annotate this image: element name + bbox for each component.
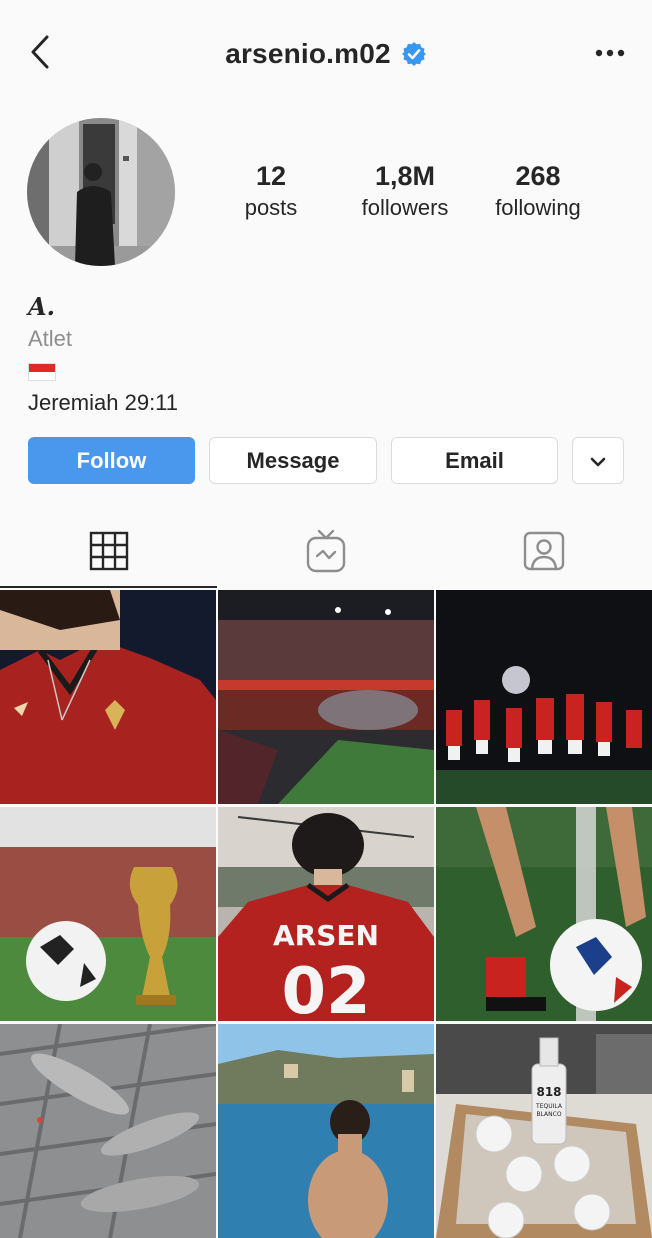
follow-button[interactable]: Follow — [28, 437, 195, 484]
profile-bio: 𝑨. Atlet Jeremiah 29:11 — [28, 292, 628, 418]
suggested-dropdown-button[interactable] — [572, 437, 624, 484]
profile-header: arsenio.m02 — [0, 0, 652, 108]
tab-tagged[interactable] — [435, 518, 652, 588]
jersey-name-text: ARSEN — [273, 919, 379, 952]
username: arsenio.m02 — [225, 38, 391, 69]
post-thumbnail[interactable] — [0, 590, 216, 804]
tagged-icon — [523, 531, 565, 576]
post-thumbnail[interactable] — [0, 807, 216, 1021]
category-label: Atlet — [28, 326, 73, 351]
more-horizontal-icon — [595, 44, 625, 62]
email-button[interactable]: Email — [391, 437, 558, 484]
bottle-label-blanco: BLANCO — [536, 1111, 561, 1118]
bottle-label-818: 818 — [536, 1085, 561, 1099]
igtv-icon — [306, 529, 346, 578]
username-title: arsenio.m02 — [0, 36, 652, 72]
post-thumbnail[interactable]: 818 TEQUILA BLANCO — [436, 1024, 652, 1238]
chevron-down-icon — [589, 448, 607, 474]
grid-icon — [89, 531, 129, 576]
profile-stats: 12 posts 1,8M followers 268 following — [205, 158, 625, 228]
followers-value: 1,8M — [374, 161, 436, 191]
posts-grid: ARSEN 02 818 TEQUILA BLANCO — [0, 590, 652, 1238]
post-thumbnail[interactable] — [436, 807, 652, 1021]
followers-count[interactable]: 1,8M followers — [335, 158, 475, 222]
post-thumbnail[interactable] — [436, 590, 652, 804]
active-tab-indicator — [0, 586, 217, 588]
indonesia-flag-icon — [28, 360, 628, 384]
tab-posts-grid[interactable] — [0, 518, 217, 588]
profile-avatar[interactable] — [27, 118, 175, 266]
posts-value: 12 — [255, 161, 287, 191]
display-name: 𝑨. — [28, 292, 55, 321]
following-value: 268 — [515, 161, 561, 191]
verified-badge-icon — [401, 41, 427, 67]
post-thumbnail[interactable] — [218, 1024, 434, 1238]
more-options-button[interactable] — [590, 38, 630, 68]
following-count[interactable]: 268 following — [468, 158, 608, 222]
jersey-number-text: 02 — [281, 955, 370, 1021]
post-thumbnail[interactable]: ARSEN 02 — [218, 807, 434, 1021]
bio-text: Jeremiah 29:11 — [28, 390, 179, 415]
posts-label: posts — [244, 195, 298, 220]
post-thumbnail[interactable] — [0, 1024, 216, 1238]
following-label: following — [495, 195, 581, 220]
message-button[interactable]: Message — [209, 437, 377, 484]
posts-count[interactable]: 12 posts — [201, 158, 341, 222]
post-thumbnail[interactable] — [218, 590, 434, 804]
profile-tabs — [0, 518, 652, 590]
bottle-label-tequila: TEQUILA — [535, 1103, 563, 1110]
tab-igtv[interactable] — [217, 518, 434, 588]
followers-label: followers — [361, 195, 449, 220]
